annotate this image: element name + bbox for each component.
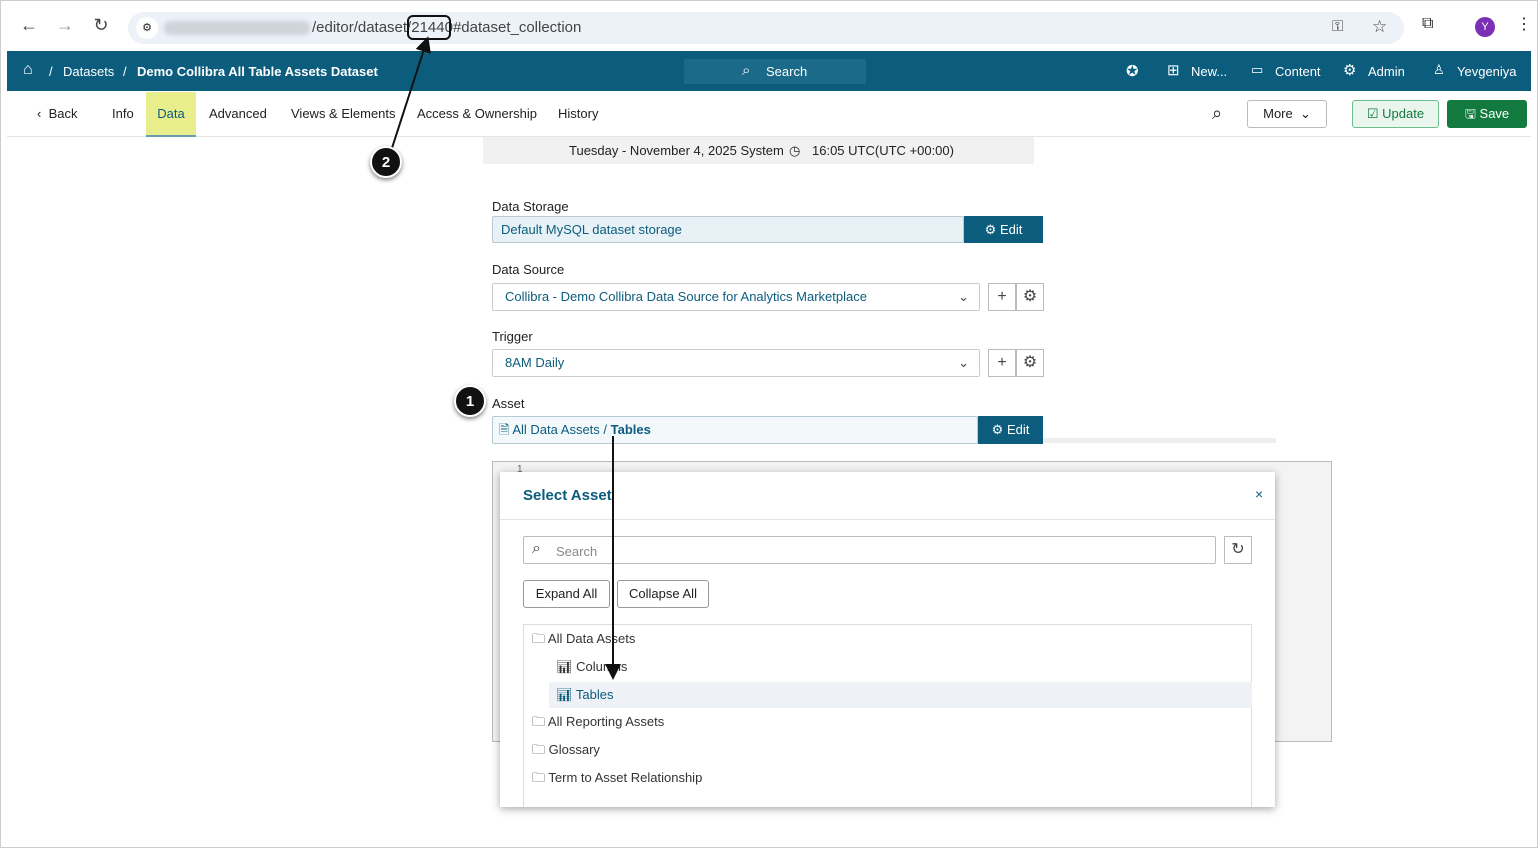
annotation-arrows <box>391 36 621 680</box>
arrow-to-id <box>391 36 431 149</box>
annotation-marker-2: 2 <box>370 146 402 178</box>
annotation-marker-1: 1 <box>454 385 486 417</box>
